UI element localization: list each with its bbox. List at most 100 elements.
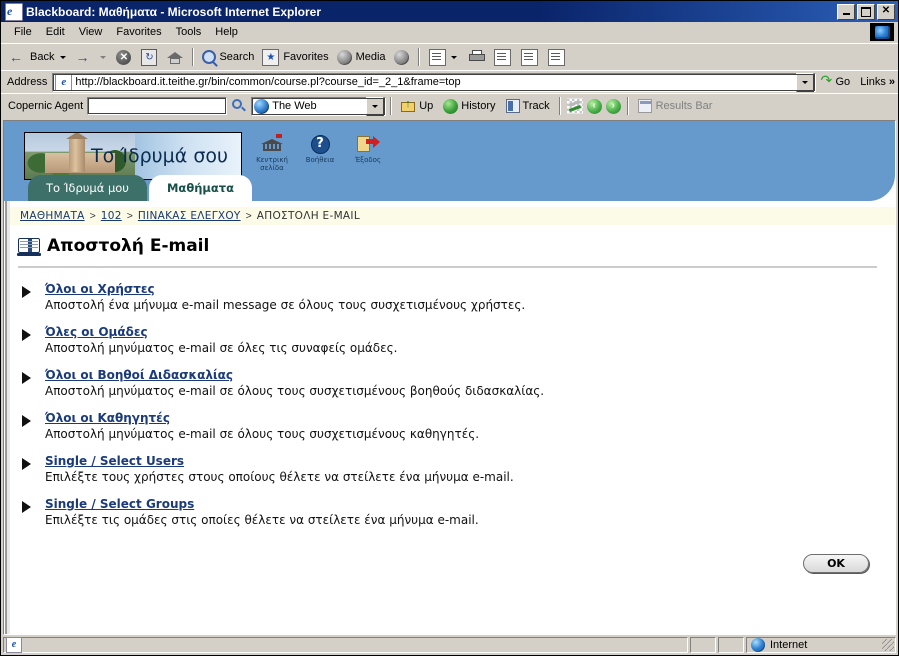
option-link-all-instructors[interactable]: Όλοι οι Καθηγητές <box>45 411 479 425</box>
refresh-icon: ↻ <box>141 48 158 66</box>
links-button[interactable]: Links » <box>855 76 898 88</box>
copernic-search-icon[interactable] <box>231 98 247 114</box>
back-button[interactable]: Back <box>5 46 57 68</box>
menu-view[interactable]: View <box>72 24 110 40</box>
window-title: Blackboard: Μαθήματα - Microsoft Interne… <box>26 4 322 19</box>
breadcrumb-separator: > <box>245 210 252 222</box>
copernic-scope-dropdown[interactable] <box>366 96 385 116</box>
back-dropdown-icon[interactable] <box>60 55 67 59</box>
tab-my-institution[interactable]: Το Ίδρυμά μου <box>28 175 147 201</box>
copernic-next-button[interactable]: › <box>605 98 621 114</box>
media-icon <box>336 49 352 65</box>
list-item: Όλοι οι Βοηθοί Διδασκαλίας Αποστολή μηνύ… <box>18 368 895 398</box>
messenger-icon <box>547 48 565 66</box>
internet-zone-icon <box>751 638 765 652</box>
chevron-down-icon <box>801 80 808 84</box>
status-message-cell: e <box>3 637 688 653</box>
status-ie-icon: e <box>6 637 22 653</box>
option-link-all-groups[interactable]: Όλες οι Ομάδες <box>45 325 397 339</box>
header-icon-group: Κεντρική σελίδα ? Βοήθεια Έξοδος <box>252 133 388 172</box>
menu-tools[interactable]: Tools <box>169 24 209 40</box>
print-button[interactable] <box>465 46 489 68</box>
breadcrumb-separator: > <box>89 210 96 222</box>
close-button[interactable]: ✕ <box>877 3 895 20</box>
copernic-scope-select[interactable]: The Web <box>251 96 387 116</box>
page-title-text: Αποστολή E-mail <box>47 236 210 256</box>
option-link-select-groups[interactable]: Single / Select Groups <box>45 497 479 511</box>
resize-grip[interactable] <box>882 639 894 651</box>
logout-link[interactable]: Έξοδος <box>348 133 388 164</box>
go-button[interactable]: Go <box>816 72 856 89</box>
home-page-link[interactable]: Κεντρική σελίδα <box>252 133 292 172</box>
copernic-separator-2 <box>558 97 561 115</box>
track-icon <box>505 99 520 113</box>
address-input[interactable]: e http://blackboard.it.teithe.gr/bin/com… <box>52 72 816 92</box>
copernic-up-button[interactable]: Up <box>396 98 438 113</box>
breadcrumb-courses[interactable]: ΜΑΘΗΜΑΤΑ <box>20 210 85 222</box>
stop-button[interactable]: ✕ <box>111 46 136 68</box>
ok-button[interactable]: OK <box>803 554 869 573</box>
home-page-label: Κεντρική σελίδα <box>256 156 288 172</box>
home-button[interactable] <box>162 46 188 68</box>
tab-courses[interactable]: Μαθήματα <box>148 175 253 201</box>
blackboard-tabs: Το Ίδρυμά μου Μαθήματα <box>28 175 253 201</box>
browser-viewport: Το Ίδρυμά σου Κεντρική σελίδα ? Βοήθεια … <box>3 120 896 635</box>
copernic-prev-button[interactable]: ‹ <box>586 98 602 114</box>
maximize-button[interactable] <box>857 3 875 20</box>
history-button[interactable] <box>389 46 414 68</box>
email-options-list: Όλοι οι Χρήστες Αποστολή ένα μήνυμα e-ma… <box>18 282 895 540</box>
copernic-history-label: History <box>461 100 496 112</box>
security-zone-label: Internet <box>770 639 808 651</box>
ie-window-icon: e <box>5 2 23 21</box>
mail-button[interactable] <box>424 46 465 68</box>
mail-dropdown-icon[interactable] <box>450 55 457 59</box>
blackboard-content: ΜΑΘΗΜΑΤΑ > 102 > ΠΙΝΑΚΑΣ ΕΛΕΓΧΟΥ > ΑΠΟΣΤ… <box>4 201 895 634</box>
action-row: OK <box>4 554 869 573</box>
favorites-icon: ★ <box>262 48 280 66</box>
breadcrumb-course-102[interactable]: 102 <box>101 210 122 222</box>
breadcrumb-current: ΑΠΟΣΤΟΛΗ E-MAIL <box>256 210 360 222</box>
refresh-button[interactable]: ↻ <box>136 46 162 68</box>
page-title: Αποστολή E-mail <box>17 236 895 256</box>
breadcrumb-control-panel[interactable]: ΠΙΝΑΚΑΣ ΕΛΕΓΧΟΥ <box>138 210 241 222</box>
status-bar: e Internet <box>1 635 898 655</box>
forward-dropdown-icon[interactable] <box>100 55 107 59</box>
menu-help[interactable]: Help <box>208 24 245 40</box>
option-desc-all-teaching-assistants: Αποστολή μηνύματος e-mail σε όλους τους … <box>45 384 545 398</box>
edit-icon <box>493 48 511 66</box>
option-desc-all-instructors: Αποστολή μηνύματος e-mail σε όλους τους … <box>45 427 480 441</box>
menu-edit[interactable]: Edit <box>39 24 72 40</box>
option-link-all-users[interactable]: Όλοι οι Χρήστες <box>45 282 525 296</box>
menu-file[interactable]: File <box>7 24 39 40</box>
minimize-button[interactable] <box>837 3 855 20</box>
history-icon <box>393 49 409 65</box>
links-button-label: Links <box>860 76 886 88</box>
copernic-scope-value: The Web <box>272 100 317 112</box>
copernic-track-button[interactable]: Track <box>501 99 555 113</box>
address-url-text: http://blackboard.it.teithe.gr/bin/commo… <box>75 76 461 88</box>
favorites-button[interactable]: ★ Favorites <box>257 46 331 68</box>
discuss-button[interactable] <box>516 46 543 68</box>
forward-button[interactable] <box>71 46 97 68</box>
stop-icon: ✕ <box>116 49 132 65</box>
search-button[interactable]: Search <box>198 46 257 68</box>
edit-button[interactable] <box>489 46 516 68</box>
option-link-select-users[interactable]: Single / Select Users <box>45 454 514 468</box>
copernic-results-bar-button[interactable]: Results Bar <box>633 99 718 113</box>
option-link-all-teaching-assistants[interactable]: Όλοι οι Βοηθοί Διδασκαλίας <box>45 368 544 382</box>
copernic-search-input[interactable] <box>87 97 228 115</box>
mail-icon <box>428 48 446 66</box>
institution-banner-text: Το Ίδρυμά σου <box>90 145 228 167</box>
search-icon <box>202 50 217 64</box>
menu-favorites[interactable]: Favorites <box>109 24 168 40</box>
question-icon: ? <box>300 133 340 155</box>
chevron-down-icon <box>372 104 379 108</box>
highlight-pen-icon[interactable] <box>566 98 583 114</box>
toolbar-separator-2 <box>417 48 420 66</box>
media-button[interactable]: Media <box>332 46 389 68</box>
messenger-button[interactable] <box>543 46 570 68</box>
address-dropdown-button[interactable] <box>795 72 814 92</box>
list-item: Όλοι οι Χρήστες Αποστολή ένα μήνυμα e-ma… <box>18 282 895 312</box>
copernic-history-button[interactable]: History <box>438 98 500 114</box>
help-link[interactable]: ? Βοήθεια <box>300 133 340 164</box>
